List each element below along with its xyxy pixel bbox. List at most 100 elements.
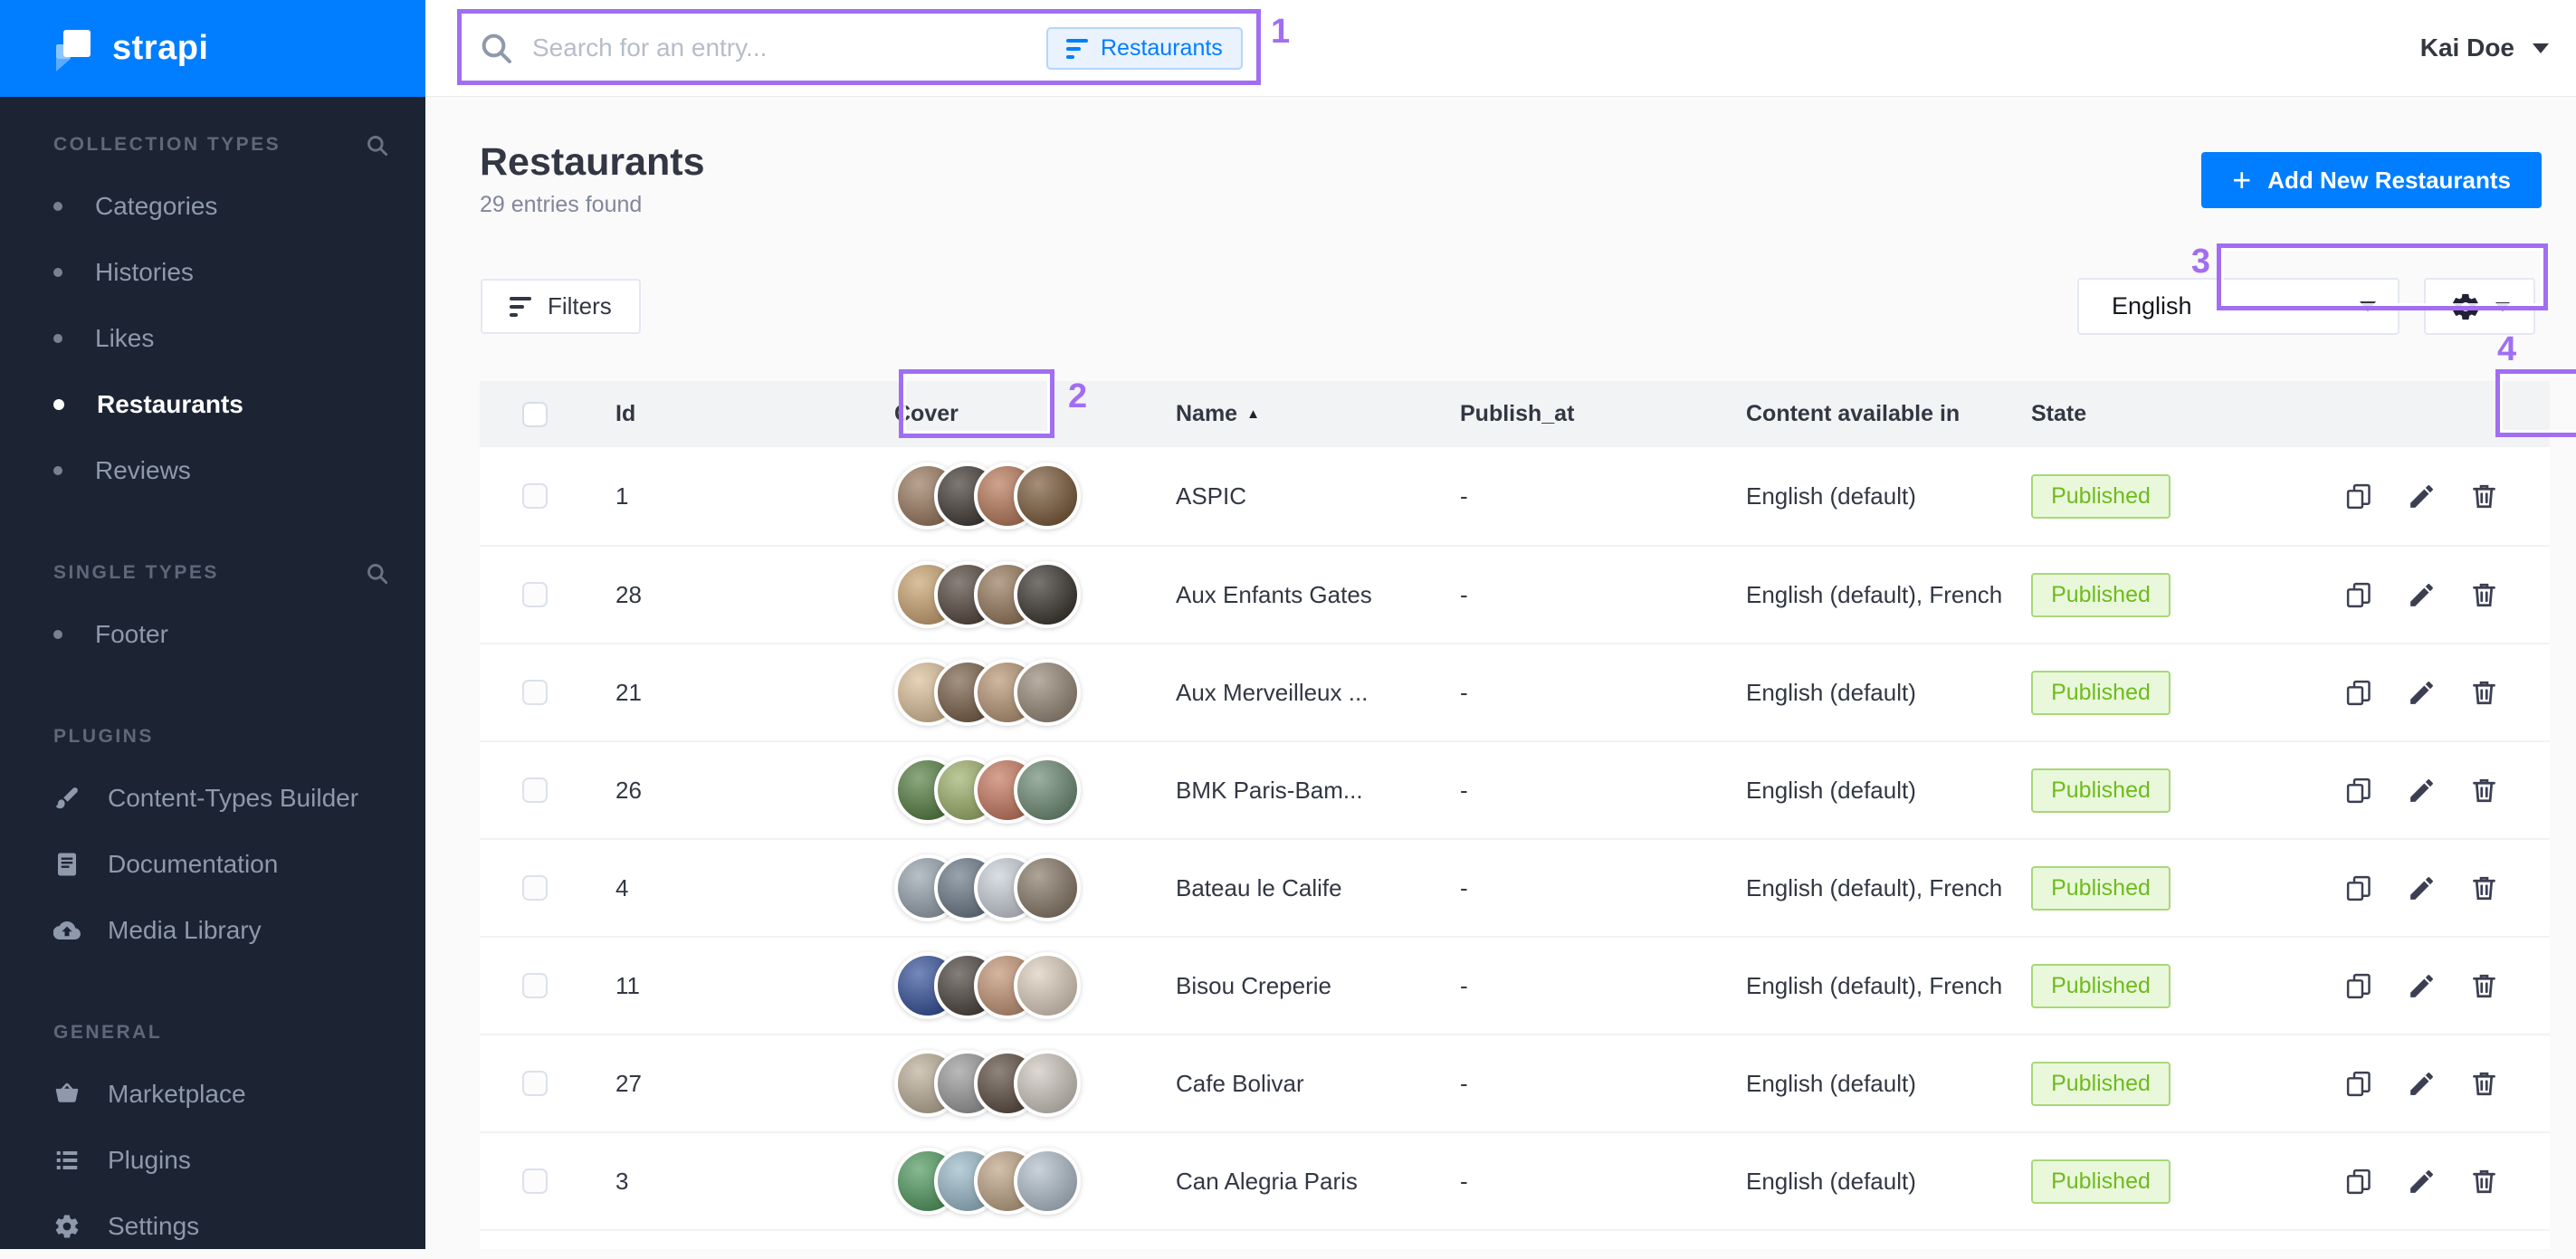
delete-button[interactable] [2469,580,2499,610]
sidebar-item[interactable]: Settings [0,1193,425,1259]
delete-button[interactable] [2469,678,2499,708]
table-row[interactable]: 3 Can Alegria Paris - English (default) … [480,1131,2550,1229]
duplicate-button[interactable] [2344,1069,2374,1099]
table-row[interactable]: 1 ASPIC - English (default) Published [480,447,2550,545]
cover-photo [1014,854,1081,921]
locale-select[interactable]: English [2077,278,2399,335]
cover-photo [1014,1050,1081,1117]
delete-button[interactable] [2469,971,2499,1001]
delete-button[interactable] [2469,1167,2499,1197]
cover-photo [1014,659,1081,726]
topbar-right: Restaurants Kai Doe [425,0,2576,97]
delete-button[interactable] [2469,776,2499,806]
status-badge: Published [2031,866,2171,911]
row-id: 26 [615,777,894,805]
row-name: Aux Enfants Gates [1176,581,1460,609]
sidebar-item-label: Likes [95,324,154,353]
sidebar-item[interactable]: Content-Types Builder [0,765,425,831]
delete-button[interactable] [2469,1069,2499,1099]
duplicate-button[interactable] [2344,873,2374,903]
duplicate-button[interactable] [2344,482,2374,511]
sidebar-section-label: PLUGINS [53,726,389,748]
user-menu[interactable]: Kai Doe [2420,0,2549,96]
edit-button[interactable] [2407,873,2437,903]
locale-select-value: English [2112,292,2192,320]
sort-asc-icon: ▲ [1246,406,1260,422]
status-badge: Published [2031,1159,2171,1204]
column-header[interactable]: Id ▲ [615,401,894,427]
sidebar-item[interactable]: Footer [0,601,425,667]
book-icon [53,851,81,878]
sidebar-item[interactable]: Likes [0,305,425,371]
column-header[interactable]: Content available in ▲ [1746,401,2031,427]
duplicate-button[interactable] [2344,678,2374,708]
sidebar-item[interactable]: Media Library [0,897,425,963]
duplicate-button[interactable] [2344,580,2374,610]
row-id: 1 [615,482,894,510]
table-row[interactable]: 26 BMK Paris-Bam... - English (default) … [480,740,2550,838]
edit-button[interactable] [2407,482,2437,511]
column-header[interactable]: Publish_at ▲ [1460,401,1746,427]
row-checkbox[interactable] [522,680,548,705]
edit-button[interactable] [2407,971,2437,1001]
sidebar-item[interactable]: Reviews [0,437,425,503]
column-header[interactable]: State ▲ [2031,401,2330,427]
delete-button[interactable] [2469,873,2499,903]
sidebar-item[interactable]: Marketplace [0,1061,425,1127]
row-id: 4 [615,874,894,902]
search-icon[interactable] [365,561,389,586]
row-checkbox[interactable] [522,875,548,901]
status-badge: Published [2031,474,2171,519]
sidebar-section-label: SINGLE TYPES [53,562,365,584]
row-publish-at: - [1460,1168,1746,1196]
duplicate-button[interactable] [2344,1167,2374,1197]
duplicate-button[interactable] [2344,776,2374,806]
row-checkbox[interactable] [522,483,548,509]
row-checkbox[interactable] [522,777,548,803]
edit-button[interactable] [2407,1069,2437,1099]
table-row[interactable]: 28 Aux Enfants Gates - English (default)… [480,545,2550,643]
sidebar-item-label: Documentation [108,850,278,879]
sidebar-item[interactable]: Categories [0,173,425,239]
search-filter-chip[interactable]: Restaurants [1046,27,1243,70]
search-icon[interactable] [365,133,389,157]
edit-button[interactable] [2407,776,2437,806]
row-locales: English (default), French [1746,581,2031,609]
filter-icon [510,297,531,317]
row-publish-at: - [1460,972,1746,1000]
filter-chip-label: Restaurants [1101,35,1223,62]
row-name: Can Alegria Paris [1176,1168,1460,1196]
sidebar-item[interactable]: Restaurants [0,371,425,437]
row-locales: English (default) [1746,1168,2031,1196]
edit-button[interactable] [2407,1167,2437,1197]
sidebar-item[interactable]: Plugins [0,1127,425,1193]
row-id: 11 [615,972,894,1000]
row-cover-photos [894,952,1176,1019]
delete-button[interactable] [2469,482,2499,511]
sidebar-item[interactable]: Histories [0,239,425,305]
row-checkbox[interactable] [522,1071,548,1096]
edit-button[interactable] [2407,580,2437,610]
row-publish-at: - [1460,679,1746,707]
add-new-restaurants-button[interactable]: + Add New Restaurants [2201,152,2542,208]
sidebar-item[interactable]: Documentation [0,831,425,897]
sidebar-section-header: COLLECTION TYPES [0,129,425,160]
search-input[interactable] [532,22,1039,74]
filters-button[interactable]: Filters [481,279,641,334]
sidebar-item-label: Plugins [108,1146,191,1175]
edit-button[interactable] [2407,678,2437,708]
sidebar-section-label: COLLECTION TYPES [53,134,365,156]
row-checkbox[interactable] [522,582,548,607]
duplicate-button[interactable] [2344,971,2374,1001]
table-row[interactable]: 11 Bisou Creperie - English (default), F… [480,936,2550,1034]
select-all-checkbox[interactable] [522,402,548,427]
table-row[interactable]: 21 Aux Merveilleux ... - English (defaul… [480,643,2550,740]
row-checkbox[interactable] [522,1168,548,1194]
view-settings-button[interactable] [2424,278,2535,335]
column-header[interactable]: Name ▲ [1176,401,1460,427]
column-header[interactable]: Cover ▲ [894,401,1176,427]
table-row[interactable]: 4 Bateau le Calife - English (default), … [480,838,2550,936]
table-row[interactable]: 27 Cafe Bolivar - English (default) Publ… [480,1034,2550,1131]
bullet-icon [53,202,62,211]
row-checkbox[interactable] [522,973,548,998]
